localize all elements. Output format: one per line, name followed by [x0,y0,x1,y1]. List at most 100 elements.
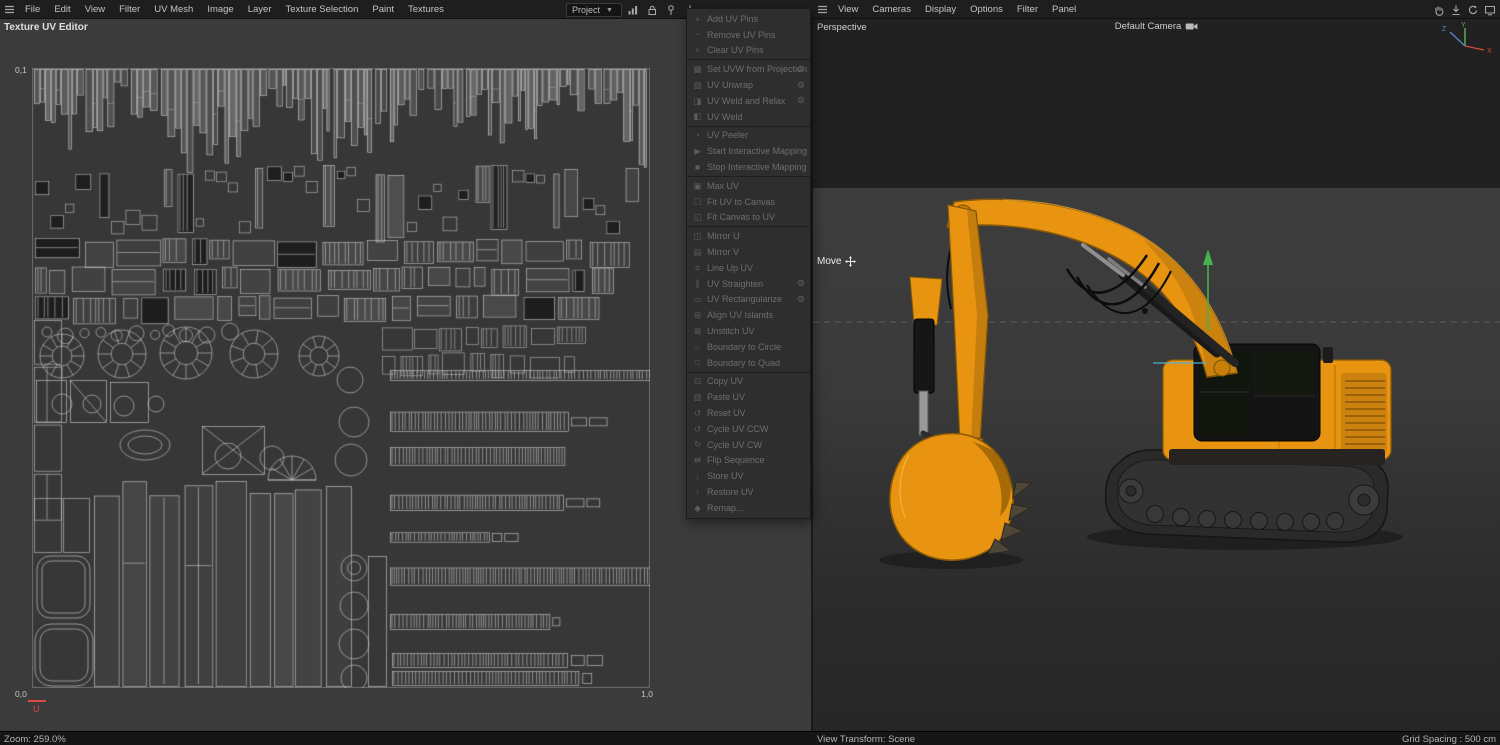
project-controls: Project ▼ [566,2,698,18]
menu-hamburger-icon[interactable] [0,0,18,19]
uv-menu-item-stop-interactive-mapping[interactable]: ■ Stop Interactive Mapping [687,159,810,175]
menu-texture-selection[interactable]: Texture Selection [278,0,365,19]
uv-menu-item-paste-uv[interactable]: ▥ Paste UV [687,389,810,405]
menu-layer[interactable]: Layer [241,0,279,19]
gear-icon[interactable]: ⚙ [797,64,805,74]
menu-item-label: Cycle UV CCW [707,423,769,434]
menu-edit[interactable]: Edit [47,0,77,19]
uv-menu-item-max-uv[interactable]: ▣ Max UV [687,178,810,194]
menu-item-label: Mirror U [707,231,740,242]
menu-item-label: Store UV [707,471,744,482]
active-camera-hud[interactable]: Default Camera [1115,21,1199,32]
u-axis-indicator: U [28,698,72,716]
uv-menu-item-cycle-uv-ccw[interactable]: ↺ Cycle UV CCW [687,421,810,437]
chart-icon[interactable] [625,2,641,18]
uv-menu-item-uv-weld[interactable]: ◧ UV Weld [687,109,810,125]
gear-icon[interactable]: ⚙ [797,279,805,288]
gear-icon[interactable]: ⚙ [797,294,805,304]
uv-menu-item-flip-sequence[interactable]: ⇄ Flip Sequence [687,453,810,469]
remove-uv-pins-icon: − [695,29,700,40]
menu-view[interactable]: View [78,0,112,19]
menu-image[interactable]: Image [200,0,240,19]
uv-menu-item-uv-peeler[interactable]: ◔ UV Peeler [687,128,810,144]
vp-menu-cameras[interactable]: Cameras [865,0,918,19]
uv-menu-item-uv-straighten[interactable]: ∥ UV Straighten ⚙ [687,276,810,292]
menu-item-label: Fit UV to Canvas [707,196,776,207]
uv-menu-item-boundary-to-circle[interactable]: ○ Boundary to Circle [687,339,810,355]
paste-uv-icon: ▥ [693,391,702,402]
menu-item-label: Start Interactive Mapping [707,146,808,157]
fit-canvas-to-uv-icon: ◱ [693,212,702,223]
panel-divider[interactable] [811,19,813,731]
uv-menu-item-remove-uv-pins[interactable]: − Remove UV Pins [687,27,810,43]
gear-icon[interactable]: ⚙ [797,80,805,90]
uv-menu-item-restore-uv[interactable]: ↑ Restore UV [687,484,810,500]
uv-menu-item-start-interactive-mapping[interactable]: ▶ Start Interactive Mapping [687,143,810,159]
uv-menu-item-mirror-u[interactable]: ◫ Mirror U [687,228,810,244]
menu-paint[interactable]: Paint [365,0,401,19]
lock-icon[interactable] [644,2,660,18]
uv-menu-item-set-uvw-from-projection[interactable]: ▦ Set UVW from Projection ⚙ [687,61,810,77]
pin-icon[interactable] [663,2,679,18]
sync-icon[interactable] [1465,2,1481,18]
menu-item-label: Add UV Pins [707,13,759,24]
max-uv-icon: ▣ [693,180,702,191]
zoom-status: Zoom: 259.0% [4,734,66,745]
menu-filter[interactable]: Filter [112,0,147,19]
uv-menu-item-uv-unwrap[interactable]: ▧ UV Unwrap ⚙ [687,77,810,93]
menu-item-label: Restore UV [707,487,754,497]
uv-menu-item-boundary-to-quad[interactable]: □ Boundary to Quad [687,355,810,371]
uv-menu-item-copy-uv[interactable]: ⊡ Copy UV [687,374,810,390]
viewport-3d-scene[interactable]: Y Z X [813,19,1500,731]
menu-item-label: Clear UV Pins [707,45,764,56]
uv-menu-item-store-uv[interactable]: ↓ Store UV [687,468,810,484]
menu-item-label: UV Unwrap [707,80,754,91]
uv-menu-item-add-uv-pins[interactable]: + Add UV Pins [687,11,810,27]
uv-menu-item-fit-uv-to-canvas[interactable]: ▢ Fit UV to Canvas [687,194,810,210]
uv-corner-label: 0,0 [15,689,27,699]
download-icon[interactable] [1448,2,1464,18]
viewport-menubar-icons [1431,0,1498,19]
restore-uv-icon: ↑ [695,486,700,497]
menu-item-label: Unstitch UV [707,326,755,337]
menu-item-label: Stop Interactive Mapping [707,162,807,173]
vp-menu-options[interactable]: Options [963,0,1010,19]
panel-title: Texture UV Editor [4,22,88,33]
exhaust-pipe [1323,347,1333,363]
app-window: File Edit View Filter UV Mesh Image Layer Textu… [0,0,1500,745]
uv-menu-item-clear-uv-pins[interactable]: × Clear UV Pins [687,43,810,59]
vp-menu-view[interactable]: View [831,0,865,19]
menu-item-label: Remove UV Pins [707,29,776,40]
vp-menu-panel[interactable]: Panel [1045,0,1083,19]
hand-icon[interactable] [1431,2,1447,18]
uv-menu-item-remap[interactable]: ◆ Remap... [687,500,810,516]
vp-menu-filter[interactable]: Filter [1010,0,1045,19]
uv-menu-item-fit-canvas-to-uv[interactable]: ◱ Fit Canvas to UV [687,210,810,226]
menu-file[interactable]: File [18,0,47,19]
project-dropdown[interactable]: Project ▼ [566,3,622,17]
viewport-sky [813,19,1500,188]
uv-canvas[interactable] [32,68,650,688]
uv-menu-item-mirror-v[interactable]: ▤ Mirror V [687,244,810,260]
menu-textures[interactable]: Textures [401,0,451,19]
uv-menu-item-cycle-uv-cw[interactable]: ↻ Cycle UV CW [687,437,810,453]
uv-menu-item-uv-rectangularize[interactable]: ▭ UV Rectangularize ⚙ [687,292,810,308]
menu-uv-mesh[interactable]: UV Mesh [147,0,200,19]
uv-menu-item-align-uv-islands[interactable]: ⊞ Align UV Islands [687,307,810,323]
mirror-u-icon: ◫ [693,231,702,241]
screen-icon[interactable] [1482,2,1498,18]
align-uv-islands-icon: ⊞ [693,309,702,320]
uv-menu-item-line-up-uv[interactable]: ≡ Line Up UV [687,260,810,276]
menu-hamburger-icon[interactable] [813,0,831,19]
u-axis-label: U [33,704,40,714]
uv-menu-item-uv-weld-and-relax[interactable]: ◨ UV Weld and Relax ⚙ [687,93,810,109]
stop-interactive-mapping-icon: ■ [694,161,701,172]
menu-separator [687,226,810,228]
uv-menu-item-reset-uv[interactable]: ↺ Reset UV [687,405,810,421]
mirror-v-icon: ▤ [693,246,702,257]
menu-separator [687,371,810,373]
vp-menu-display[interactable]: Display [918,0,963,19]
uv-menu-item-unstitch-uv[interactable]: ⊠ Unstitch UV [687,323,810,339]
project-dropdown-value: Project [572,5,601,15]
gear-icon[interactable]: ⚙ [797,96,805,105]
